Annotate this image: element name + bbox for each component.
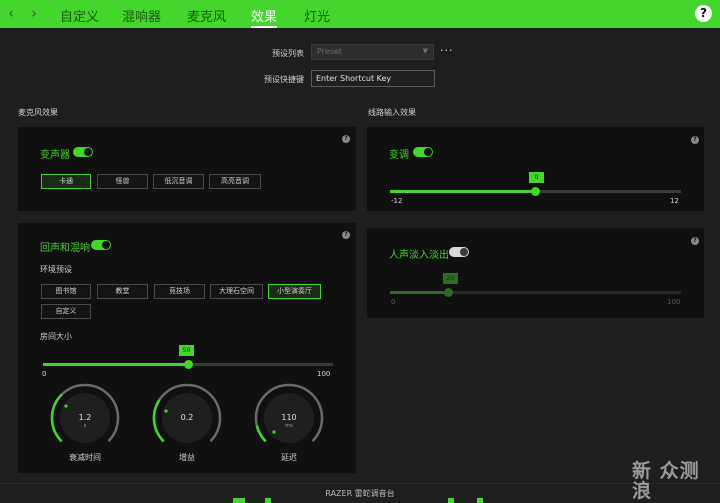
echo-reverb-title: 回声和混响 [40,243,90,254]
page-indicator[interactable] [477,498,483,503]
page-indicator[interactable] [265,498,271,503]
shortcut-key-input[interactable] [311,70,435,87]
tab-lighting[interactable]: 灯光 [304,6,330,25]
voice-fade-slider[interactable] [390,291,681,294]
pitch-panel: ? 变调 0 -12 12 [367,127,704,211]
voice-fade-slider-fill [390,291,449,294]
chevron-left-icon[interactable]: ‹ [8,4,14,22]
pitch-max-label: 12 [670,197,679,205]
echo-reverb-toggle[interactable] [91,240,111,250]
page-indicator[interactable] [233,498,245,503]
room-size-min-label: 0 [42,370,47,378]
env-option-small-hall[interactable]: 小型演奏厅 [268,284,321,299]
pitch-min-label: -12 [391,197,403,205]
voice-fade-toggle[interactable] [449,247,469,257]
pitch-value-bubble: 0 [529,172,544,183]
room-size-max-label: 100 [317,370,331,378]
preset-dropdown[interactable]: Preset ▼ [311,44,434,60]
info-icon[interactable]: ? [342,135,350,143]
voice-changer-panel: ? 变声器 卡通 怪兽 低沉音调 高亮音调 [18,127,356,211]
voice-fade-value-bubble: 20 [443,273,458,284]
dropdown-arrow-icon: ▼ [422,47,428,55]
preset-dropdown-value: Preset [317,47,342,56]
chevron-right-icon[interactable]: › [31,4,37,22]
voice-fade-min-label: 0 [391,298,396,306]
more-options-icon[interactable]: ··· [440,44,454,57]
env-option-marble-space[interactable]: 大理石空间 [210,284,263,299]
voice-fade-panel: ? 人声淡入淡出 20 0 100 [367,228,704,318]
tab-customize[interactable]: 自定义 [60,6,99,25]
footer-label: RAZER 雷蛇调音台 [325,489,395,498]
voice-fade-slider-thumb[interactable] [443,288,453,297]
delay-caption: 延迟 [281,453,297,462]
pitch-slider-fill [390,190,536,193]
room-size-slider-thumb[interactable] [183,360,193,369]
gain-value: 0.2 [180,413,194,422]
watermark-logo-sub: 浪 [632,480,652,502]
top-nav-bar: ‹ › 自定义 混响器 麦克风 效果 灯光 ? [0,0,720,28]
environment-preset-label: 环境预设 [40,265,72,274]
delay-value: 110 [281,413,297,422]
decay-time-caption: 衰减时间 [69,453,101,462]
voice-changer-toggle[interactable] [73,147,93,157]
decay-time-value: 1.2 [78,413,92,422]
active-tab-indicator [251,26,277,28]
page-indicator[interactable] [448,498,454,503]
delay-unit: ms [285,423,293,429]
help-icon[interactable]: ? [695,5,712,22]
mic-effects-title: 麦克风效果 [18,108,58,117]
voice-option-cartoon[interactable]: 卡通 [41,174,91,189]
line-in-effects-title: 线路输入效果 [368,108,416,117]
env-option-arena[interactable]: 竞技场 [154,284,205,299]
pitch-title: 变调 [389,150,409,161]
tab-mixer[interactable]: 混响器 [122,6,161,25]
room-size-label: 房间大小 [40,332,72,341]
echo-reverb-panel: ? 回声和混响 环境预设 图书馆 教堂 竞技场 大理石空间 小型演奏厅 自定义 … [18,223,356,473]
preset-shortcut-label: 预设快捷键 [264,75,304,84]
info-icon[interactable]: ? [691,136,699,144]
pitch-toggle[interactable] [413,147,433,157]
env-option-library[interactable]: 图书馆 [41,284,91,299]
tab-microphone[interactable]: 麦克风 [187,6,226,25]
env-option-custom[interactable]: 自定义 [41,304,91,319]
tab-effects[interactable]: 效果 [251,6,277,25]
pitch-slider-thumb[interactable] [531,187,540,196]
decay-time-unit: s [83,423,87,429]
env-option-church[interactable]: 教堂 [97,284,148,299]
voice-changer-title: 变声器 [40,150,70,161]
gain-caption: 增益 [179,453,195,462]
voice-option-low-pitch[interactable]: 低沉音调 [153,174,204,189]
voice-option-high-pitch[interactable]: 高亮音调 [209,174,261,189]
footer-divider [0,483,720,484]
info-icon[interactable]: ? [342,231,350,239]
voice-fade-title: 人声淡入淡出 [389,250,449,261]
room-size-value-bubble: 50 [179,345,194,356]
room-size-slider-fill [43,363,188,366]
info-icon[interactable]: ? [691,237,699,245]
preset-list-label: 预设列表 [272,49,304,58]
voice-option-monster[interactable]: 怪兽 [97,174,148,189]
voice-fade-max-label: 100 [667,298,681,306]
